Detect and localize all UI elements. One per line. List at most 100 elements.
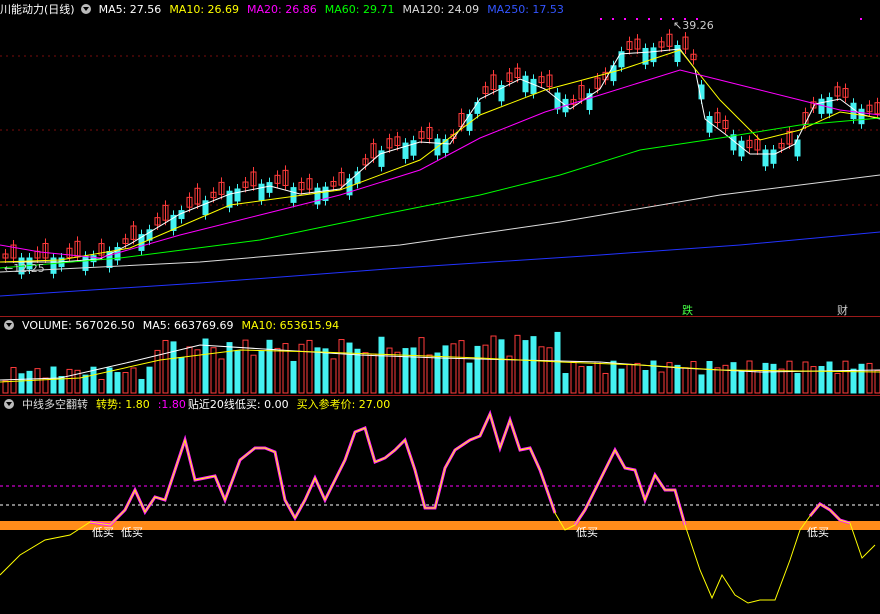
candle — [674, 45, 681, 62]
volume-bar — [858, 363, 865, 394]
volume-bar — [626, 363, 633, 394]
volume-bar — [658, 371, 665, 394]
volume-bar — [330, 358, 337, 394]
volume-bar — [466, 362, 473, 394]
buy-signal-label: 低买 — [121, 526, 143, 539]
volume-bar — [362, 352, 369, 394]
volume-bar — [354, 348, 361, 394]
turn-indicator-line — [573, 446, 687, 526]
signal-dot — [636, 18, 638, 20]
indicator-base-line — [0, 412, 876, 604]
volume-bar — [370, 353, 377, 394]
event-marker-finance[interactable]: 财 — [837, 302, 848, 318]
volume-bar — [738, 371, 745, 394]
volume-bar — [458, 340, 465, 394]
candle — [530, 78, 537, 95]
high-price-value: 39.26 — [682, 19, 714, 32]
volume-bar — [450, 343, 457, 394]
volume-bar — [258, 350, 265, 394]
volume-bar — [850, 368, 857, 394]
volume-bar — [394, 351, 401, 394]
volume-bar — [762, 362, 769, 394]
volume-bar — [18, 373, 25, 394]
volume-bar — [682, 367, 689, 394]
volume-bar — [746, 360, 753, 394]
volume-bar — [730, 362, 737, 394]
volume-bar — [50, 366, 57, 394]
ma120-line — [0, 174, 880, 273]
volume-bar — [314, 347, 321, 394]
candle — [770, 149, 777, 164]
candle — [706, 116, 713, 133]
volume-bar — [266, 339, 273, 394]
candle — [290, 187, 297, 203]
volume-bar — [114, 372, 121, 394]
candle — [858, 108, 865, 125]
volume-bar — [754, 370, 761, 394]
candle — [258, 183, 265, 201]
volume-bar — [34, 368, 41, 394]
volume-bar — [826, 361, 833, 394]
volume-bar — [594, 361, 601, 394]
volume-bar — [522, 340, 529, 394]
volume-bar — [290, 360, 297, 394]
candle — [410, 140, 417, 156]
volume-bar — [506, 355, 513, 394]
candle — [474, 102, 481, 114]
stock-chart-canvas[interactable] — [0, 0, 880, 614]
candle — [266, 182, 273, 193]
volume-bar — [834, 372, 841, 394]
volume-bar — [306, 339, 313, 394]
volume-bar — [234, 350, 241, 394]
turn-indicator-line — [89, 409, 557, 527]
volume-bar — [802, 361, 809, 394]
volume-bar — [66, 368, 73, 394]
volume-bar — [770, 363, 777, 394]
volume-bar — [874, 369, 880, 394]
volume-bar — [474, 345, 481, 394]
volume-bar — [338, 339, 345, 394]
low-price-annotation: ←12.25 — [4, 262, 45, 275]
volume-bar — [674, 364, 681, 394]
signal-dot — [600, 18, 602, 20]
volume-bar — [842, 360, 849, 394]
volume-bar — [226, 342, 233, 394]
volume-bar — [138, 378, 145, 394]
volume-bar — [482, 344, 489, 394]
volume-bar — [346, 342, 353, 394]
signal-dot — [660, 18, 662, 20]
volume-bar — [514, 334, 521, 394]
volume-bar — [130, 367, 137, 394]
volume-bar — [178, 357, 185, 394]
buy-signal-label: 低买 — [92, 526, 114, 539]
low-price-value: 12.25 — [13, 262, 45, 275]
volume-bar — [218, 358, 225, 394]
volume-bar — [202, 338, 209, 394]
volume-bar — [610, 360, 617, 394]
ma5-line — [0, 48, 880, 263]
candle — [314, 187, 321, 205]
event-marker-drop[interactable]: 跌 — [682, 302, 693, 318]
volume-bar — [378, 336, 385, 394]
volume-bar — [10, 367, 17, 394]
volume-bar — [122, 372, 129, 394]
volume-bar — [562, 373, 569, 394]
volume-bar — [634, 362, 641, 394]
volume-bar — [618, 368, 625, 394]
signal-dot — [624, 18, 626, 20]
volume-bar — [82, 374, 89, 394]
volume-bar — [426, 354, 433, 394]
volume-bar — [146, 366, 153, 394]
volume-bar — [586, 366, 593, 394]
volume-bar — [602, 372, 609, 394]
volume-bar — [26, 370, 33, 394]
buy-signal-label: 低买 — [576, 526, 598, 539]
turn-indicator-line — [808, 502, 851, 525]
volume-bar — [186, 346, 193, 394]
ma20-line — [0, 69, 880, 259]
volume-bar — [714, 367, 721, 394]
candle — [762, 149, 769, 167]
volume-bar — [778, 368, 785, 394]
candle — [234, 188, 241, 202]
signal-dot — [860, 18, 862, 20]
